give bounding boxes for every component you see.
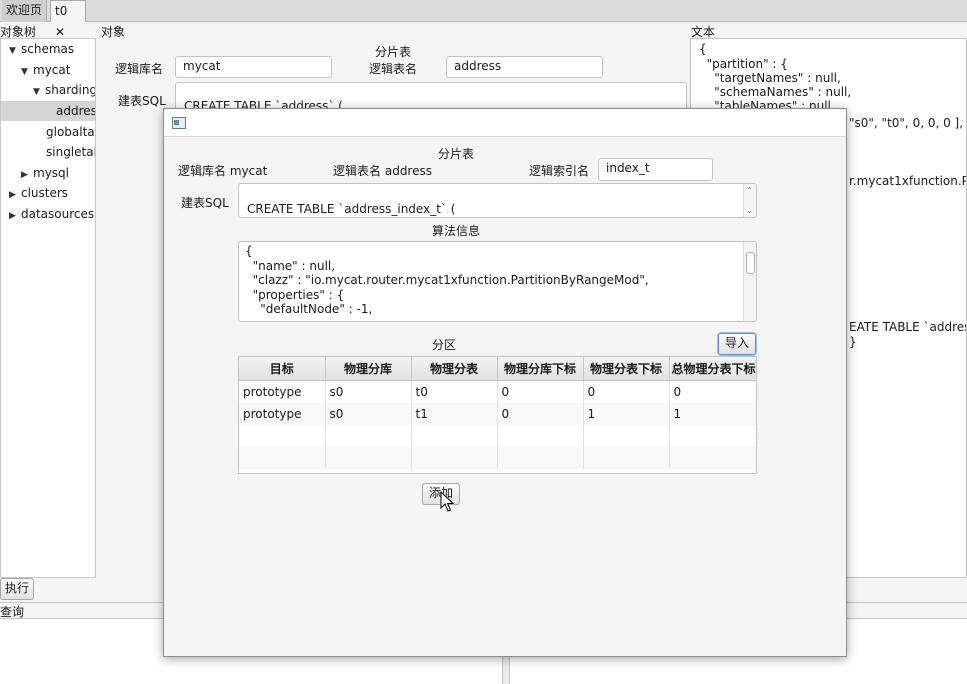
table-cell[interactable]: 1: [669, 403, 756, 425]
partition-grid: 目标 物理分库 物理分表 物理分库下标 物理分表下标 总物理分表下标 proto…: [239, 357, 756, 469]
sql-label: 建表SQL: [118, 94, 166, 108]
tree-node-globaltable[interactable]: globaltab: [46, 122, 95, 142]
expand-arrow-icon[interactable]: ▶: [9, 185, 21, 205]
dialog-sql-label: 建表SQL: [181, 196, 229, 210]
table-cell[interactable]: 0: [583, 380, 670, 403]
tab-bar: [0, 0, 967, 22]
tree-node-mysql[interactable]: ▶ mysql: [21, 163, 69, 183]
algo-scrollbar[interactable]: [743, 242, 756, 321]
dialog-table-value: address: [384, 164, 432, 178]
mouse-cursor-icon: [440, 491, 454, 512]
expand-arrow-icon[interactable]: ▶: [21, 165, 33, 185]
table-cell[interactable]: 1: [583, 403, 670, 425]
algorithm-textarea[interactable]: { "name" : null, "clazz" : "io.mycat.rou…: [238, 241, 757, 322]
tab-welcome[interactable]: 欢迎页: [2, 0, 48, 22]
column-header[interactable]: 物理分表: [411, 357, 498, 381]
table-row-empty[interactable]: [239, 425, 756, 447]
partition-heading: 分区: [432, 338, 457, 352]
scroll-down-icon[interactable]: ⌄: [746, 206, 753, 215]
dialog-schema-label: 逻辑库名 mycat: [178, 164, 268, 178]
table-row-empty[interactable]: [239, 447, 756, 469]
index-name-input[interactable]: index_t: [598, 158, 713, 181]
column-header[interactable]: 物理分库: [325, 357, 412, 381]
object-heading: 分片表: [375, 45, 412, 59]
table-row[interactable]: prototype s0 t1 0 1 1: [239, 403, 756, 425]
execute-button[interactable]: 执行: [0, 578, 34, 600]
tree-node-address[interactable]: addres: [1, 101, 95, 121]
window-icon: [172, 117, 186, 129]
schema-input[interactable]: mycat: [175, 56, 332, 78]
object-panel-title: 对象: [101, 25, 126, 39]
column-header[interactable]: 目标: [239, 357, 326, 381]
table-cell[interactable]: prototype: [239, 403, 326, 425]
column-header[interactable]: 物理分表下标: [583, 357, 670, 381]
sql-scrollbar[interactable]: ⌃ ⌄: [743, 184, 756, 217]
table-input[interactable]: address: [446, 56, 603, 78]
dialog-heading: 分片表: [438, 147, 475, 161]
expand-arrow-icon[interactable]: ▼: [33, 82, 45, 102]
schema-label: 逻辑库名: [115, 62, 164, 76]
dialog-index-label: 逻辑索引名: [529, 164, 590, 178]
tab-t0[interactable]: t0 ✕: [50, 0, 86, 39]
expand-arrow-icon[interactable]: ▼: [21, 62, 33, 82]
tree-node-datasources[interactable]: ▶ datasources: [9, 204, 94, 224]
table-cell[interactable]: 0: [497, 403, 584, 425]
table-header-row: 目标 物理分库 物理分表 物理分库下标 物理分表下标 总物理分表下标: [239, 357, 756, 381]
tree-node-singletable[interactable]: singletab: [46, 142, 95, 162]
partition-table[interactable]: 目标 物理分库 物理分表 物理分库下标 物理分表下标 总物理分表下标 proto…: [238, 356, 757, 474]
dialog-titlebar: [164, 109, 846, 137]
dialog-schema-value: mycat: [229, 164, 268, 178]
algo-heading: 算法信息: [432, 224, 481, 238]
table-label: 逻辑表名: [369, 62, 418, 76]
dialog-sql-textarea[interactable]: CREATE TABLE `address_index_t` ( ⌃ ⌄: [238, 183, 757, 218]
table-cell[interactable]: prototype: [239, 380, 326, 403]
sharding-dialog: 分片表 逻辑库名 mycat 逻辑表名 address 逻辑索引名 index_…: [163, 108, 847, 657]
table-cell[interactable]: t1: [411, 403, 498, 425]
table-row[interactable]: prototype s0 t0 0 0 0: [239, 380, 756, 403]
dialog-table-label: 逻辑表名 address: [333, 164, 432, 178]
column-header[interactable]: 总物理分表下标: [669, 357, 756, 381]
tree-node-clusters[interactable]: ▶ clusters: [9, 183, 68, 203]
scroll-thumb[interactable]: [746, 252, 755, 274]
expand-arrow-icon[interactable]: ▼: [9, 41, 21, 61]
tree-node-schemas[interactable]: ▼ schemas: [9, 39, 74, 59]
import-button[interactable]: 导入: [718, 333, 756, 355]
table-cell[interactable]: s0: [325, 380, 412, 403]
close-icon[interactable]: ✕: [55, 25, 65, 39]
table-cell[interactable]: t0: [411, 380, 498, 403]
tree-node-sharding[interactable]: ▼ sharding: [33, 80, 95, 102]
table-cell[interactable]: 0: [669, 380, 756, 403]
tree-node-mycat[interactable]: ▼ mycat: [21, 60, 70, 80]
column-header[interactable]: 物理分库下标: [497, 357, 584, 381]
table-cell[interactable]: 0: [497, 380, 584, 403]
table-cell[interactable]: s0: [325, 403, 412, 425]
expand-arrow-icon[interactable]: ▶: [9, 206, 21, 226]
object-tree: ▼ schemas ▼ mycat ▼ sharding addres globalt…: [0, 38, 96, 578]
scroll-up-icon[interactable]: ⌃: [746, 186, 753, 195]
